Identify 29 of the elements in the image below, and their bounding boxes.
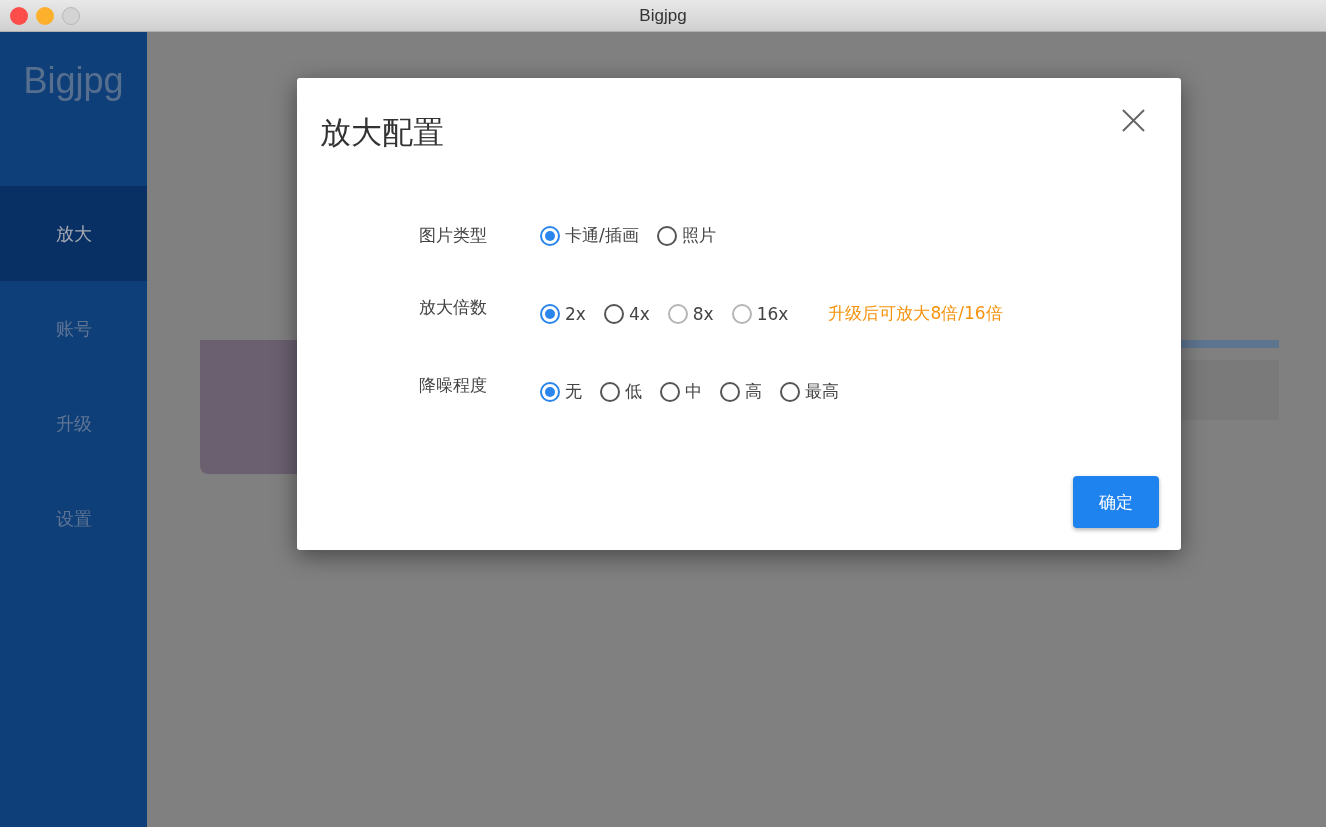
radio-icon[interactable]	[656, 225, 677, 246]
radio-option[interactable]: 4x	[603, 303, 650, 324]
confirm-button[interactable]: 确定	[1073, 476, 1159, 528]
sidebar-item[interactable]: 放大	[0, 186, 147, 281]
close-window-icon[interactable]	[10, 7, 28, 25]
upgrade-note: 升级后可放大8倍/16倍	[828, 302, 1003, 325]
close-icon[interactable]	[1122, 109, 1145, 132]
radio-icon[interactable]	[540, 303, 560, 324]
radio-icon[interactable]	[540, 381, 560, 402]
radio-option[interactable]: 照片	[656, 224, 716, 247]
field-label: 图片类型	[419, 224, 488, 247]
radio-option[interactable]: 低	[600, 380, 642, 403]
radio-option[interactable]: 无	[540, 380, 582, 403]
radio-option[interactable]: 卡通/插画	[540, 224, 639, 247]
field-label: 放大倍数	[419, 296, 488, 319]
radio-option[interactable]: 最高	[780, 380, 839, 403]
radio-icon[interactable]	[720, 381, 740, 402]
app-logo: Bigjpg	[22, 59, 125, 103]
radio-icon[interactable]	[600, 381, 620, 402]
radio-icon[interactable]	[540, 225, 560, 246]
field-label: 降噪程度	[419, 374, 488, 397]
radio-icon[interactable]	[660, 381, 680, 402]
radio-option[interactable]: 2x	[540, 303, 586, 324]
radio-icon[interactable]	[780, 381, 800, 402]
dialog-title: 放大配置	[320, 113, 444, 152]
radio-icon[interactable]	[603, 303, 624, 324]
radio-option[interactable]: 中	[660, 380, 702, 403]
radio-option[interactable]: 高	[720, 380, 762, 403]
window-title: Bigjpg	[639, 5, 687, 26]
